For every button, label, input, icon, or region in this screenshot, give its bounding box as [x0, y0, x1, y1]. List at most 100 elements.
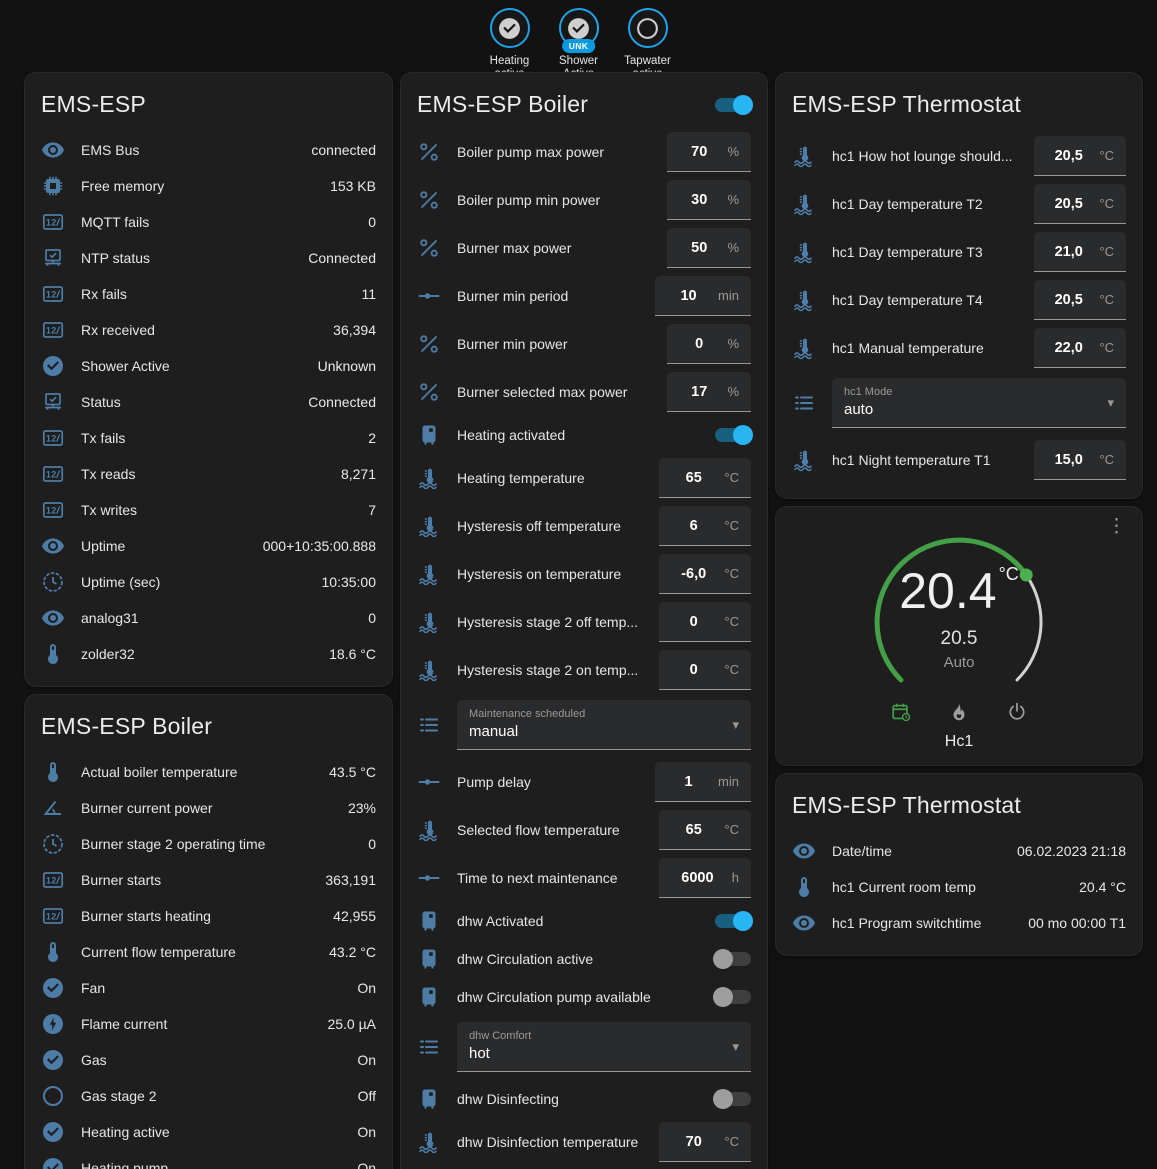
sensor-row-burner-starts[interactable]: 12Burner starts363,191 — [41, 862, 376, 898]
select-maintenance-scheduled[interactable]: Maintenance scheduledmanual▾ — [457, 700, 751, 750]
sensor-row-ems-bus[interactable]: EMS Busconnected — [41, 132, 376, 168]
sensor-row-flame-current[interactable]: Flame current25.0 µA — [41, 1006, 376, 1042]
sensor-row-burner-starts-heating[interactable]: 12Burner starts heating42,955 — [41, 898, 376, 934]
heat-mode-fire-icon[interactable] — [948, 701, 970, 723]
toggle-dhw-circulation-active[interactable] — [715, 952, 751, 966]
number-row-hc1-day-temperature-t2[interactable]: hc1 Day temperature T220,5°C — [792, 180, 1126, 228]
number-row-selected-flow-temperature[interactable]: Selected flow temperature65°C — [417, 806, 751, 854]
number-input-burner-min-power[interactable]: 0% — [667, 324, 751, 364]
number-row-boiler-pump-min-power[interactable]: Boiler pump min power30% — [417, 176, 751, 224]
number-input-hysteresis-stage-2-off-temp[interactable]: 0°C — [659, 602, 751, 642]
thermo-water-icon — [417, 514, 441, 538]
number-input-burner-selected-max-power[interactable]: 17% — [667, 372, 751, 412]
number-row-hc1-day-temperature-t4[interactable]: hc1 Day temperature T420,5°C — [792, 276, 1126, 324]
toggle-dhw-circulation-pump-available[interactable] — [715, 990, 751, 1004]
sensor-row-uptime[interactable]: Uptime000+10:35:00.888 — [41, 528, 376, 564]
number-input-boiler-pump-max-power[interactable]: 70% — [667, 132, 751, 172]
sensor-row-fan[interactable]: FanOn — [41, 970, 376, 1006]
thermo-water-icon — [417, 562, 441, 586]
toggle-row-dhw-circulation-pump-available[interactable]: dhw Circulation pump available — [417, 978, 751, 1016]
number-input-dhw-disinfection-temperature[interactable]: 70°C — [659, 1122, 751, 1162]
number-row-burner-max-power[interactable]: Burner max power50% — [417, 224, 751, 272]
sensor-row-current-flow-temperature[interactable]: Current flow temperature43.2 °C — [41, 934, 376, 970]
dots-vertical-icon[interactable]: ⋮ — [1107, 517, 1126, 536]
sensor-row-burner-stage-2-operating-time[interactable]: Burner stage 2 operating time0 — [41, 826, 376, 862]
number-row-burner-min-power[interactable]: Burner min power0% — [417, 320, 751, 368]
number-row-hc1-manual-temperature[interactable]: hc1 Manual temperature22,0°C — [792, 324, 1126, 372]
number-input-hc1-day-temperature-t2[interactable]: 20,5°C — [1034, 184, 1126, 224]
number-input-hc1-day-temperature-t3[interactable]: 21,0°C — [1034, 232, 1126, 272]
sensor-row-hc1-program-switchtime[interactable]: hc1 Program switchtime00 mo 00:00 T1 — [792, 905, 1126, 941]
number-input-burner-max-power[interactable]: 50% — [667, 228, 751, 268]
number-row-burner-min-period[interactable]: Burner min period10min — [417, 272, 751, 320]
sensor-row-gas-stage-2[interactable]: Gas stage 2Off — [41, 1078, 376, 1114]
toggle-row-dhw-circulation-active[interactable]: dhw Circulation active — [417, 940, 751, 978]
toggle-row-heating-activated[interactable]: Heating activated — [417, 416, 751, 454]
badge-heating-active[interactable]: Heating active — [477, 8, 543, 72]
sensor-row-rx-fails[interactable]: 12Rx fails11 — [41, 276, 376, 312]
select-row-maintenance-scheduled[interactable]: Maintenance scheduledmanual▾ — [417, 700, 751, 750]
sensor-row-heating-active[interactable]: Heating activeOn — [41, 1114, 376, 1150]
toggle-row-dhw-activated[interactable]: dhw Activated — [417, 902, 751, 940]
sensor-row-heating-pump[interactable]: Heating pumpOn — [41, 1150, 376, 1169]
number-value: 10 — [667, 288, 710, 304]
number-input-burner-min-period[interactable]: 10min — [655, 276, 751, 316]
sensor-row-status[interactable]: StatusConnected — [41, 384, 376, 420]
sensor-row-actual-boiler-temperature[interactable]: Actual boiler temperature43.5 °C — [41, 754, 376, 790]
select-row-hc1-mode[interactable]: hc1 Modeauto▾ — [792, 378, 1126, 428]
sensor-row-tx-reads[interactable]: 12Tx reads8,271 — [41, 456, 376, 492]
number-input-hc1-manual-temperature[interactable]: 22,0°C — [1034, 328, 1126, 368]
number-row-burner-selected-max-power[interactable]: Burner selected max power17% — [417, 368, 751, 416]
sensor-row-uptime-sec[interactable]: Uptime (sec)10:35:00 — [41, 564, 376, 600]
number-input-hc1-night-temperature-t1[interactable]: 15,0°C — [1034, 440, 1126, 480]
number-row-hysteresis-stage-2-off-temp[interactable]: Hysteresis stage 2 off temp...0°C — [417, 598, 751, 646]
number-input-heating-temperature[interactable]: 65°C — [659, 458, 751, 498]
sensor-row-free-memory[interactable]: Free memory153 KB — [41, 168, 376, 204]
off-mode-power-icon[interactable] — [1006, 701, 1028, 723]
number-row-hysteresis-on-temperature[interactable]: Hysteresis on temperature-6,0°C — [417, 550, 751, 598]
sensor-row-rx-received[interactable]: 12Rx received36,394 — [41, 312, 376, 348]
number-row-hc1-day-temperature-t3[interactable]: hc1 Day temperature T321,0°C — [792, 228, 1126, 276]
sensor-row-date-time[interactable]: Date/time06.02.2023 21:18 — [792, 833, 1126, 869]
sensor-row-tx-writes[interactable]: 12Tx writes7 — [41, 492, 376, 528]
sensor-row-ntp-status[interactable]: NTP statusConnected — [41, 240, 376, 276]
sensor-row-mqtt-fails[interactable]: 12MQTT fails0 — [41, 204, 376, 240]
badge-shower-active[interactable]: UNK Shower Active — [546, 8, 612, 72]
select-dhw-comfort[interactable]: dhw Comforthot▾ — [457, 1022, 751, 1072]
sensor-row-tx-fails[interactable]: 12Tx fails2 — [41, 420, 376, 456]
number-row-time-to-next-maintenance[interactable]: Time to next maintenance6000h — [417, 854, 751, 902]
thermostat-dial[interactable]: 20.4°C 20.5 Auto — [864, 527, 1054, 717]
number-row-boiler-pump-max-power[interactable]: Boiler pump max power70% — [417, 128, 751, 176]
select-row-dhw-comfort[interactable]: dhw Comforthot▾ — [417, 1022, 751, 1072]
number-row-hc1-how-hot-lounge-should[interactable]: hc1 How hot lounge should...20,5°C — [792, 132, 1126, 180]
sensor-row-gas[interactable]: GasOn — [41, 1042, 376, 1078]
number-input-hysteresis-stage-2-on-temp[interactable]: 0°C — [659, 650, 751, 690]
number-row-pump-delay[interactable]: Pump delay1min — [417, 758, 751, 806]
number-input-hysteresis-off-temperature[interactable]: 6°C — [659, 506, 751, 546]
auto-mode-calendar-icon[interactable] — [890, 701, 912, 723]
number-row-hc1-night-temperature-t1[interactable]: hc1 Night temperature T115,0°C — [792, 436, 1126, 484]
number-input-hc1-how-hot-lounge-should[interactable]: 20,5°C — [1034, 136, 1126, 176]
sensor-row-zolder32[interactable]: zolder3218.6 °C — [41, 636, 376, 672]
toggle-heating-activated[interactable] — [715, 428, 751, 442]
number-input-hysteresis-on-temperature[interactable]: -6,0°C — [659, 554, 751, 594]
toggle-row-dhw-disinfecting[interactable]: dhw Disinfecting — [417, 1080, 751, 1118]
number-input-hc1-day-temperature-t4[interactable]: 20,5°C — [1034, 280, 1126, 320]
toggle-dhw-activated[interactable] — [715, 914, 751, 928]
number-input-selected-flow-temperature[interactable]: 65°C — [659, 810, 751, 850]
number-row-heating-temperature[interactable]: Heating temperature65°C — [417, 454, 751, 502]
number-input-boiler-pump-min-power[interactable]: 30% — [667, 180, 751, 220]
sensor-row-hc1-current-room-temp[interactable]: hc1 Current room temp20.4 °C — [792, 869, 1126, 905]
sensor-row-shower-active[interactable]: Shower ActiveUnknown — [41, 348, 376, 384]
number-row-hysteresis-stage-2-on-temp[interactable]: Hysteresis stage 2 on temp...0°C — [417, 646, 751, 694]
badge-tapwater-active[interactable]: Tapwater active — [615, 8, 681, 72]
select-hc1-mode[interactable]: hc1 Modeauto▾ — [832, 378, 1126, 428]
sensor-row-analog31[interactable]: analog310 — [41, 600, 376, 636]
toggle-dhw-disinfecting[interactable] — [715, 1092, 751, 1106]
boiler-card-toggle[interactable] — [715, 98, 751, 112]
number-input-time-to-next-maintenance[interactable]: 6000h — [659, 858, 751, 898]
number-row-dhw-disinfection-temperature[interactable]: dhw Disinfection temperature70°C — [417, 1118, 751, 1166]
number-input-pump-delay[interactable]: 1min — [655, 762, 751, 802]
number-row-hysteresis-off-temperature[interactable]: Hysteresis off temperature6°C — [417, 502, 751, 550]
sensor-row-burner-current-power[interactable]: Burner current power23% — [41, 790, 376, 826]
